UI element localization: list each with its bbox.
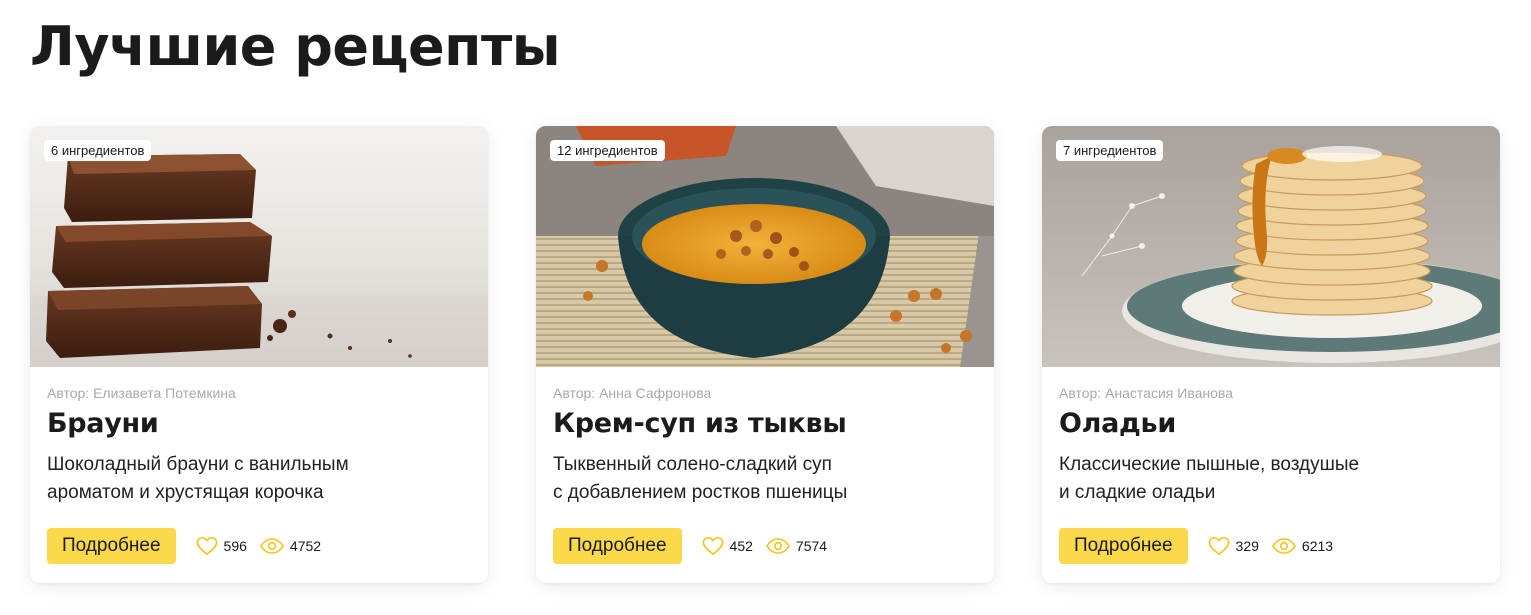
recipe-title[interactable]: Крем-суп из тыквы: [553, 407, 977, 441]
author-label: Автор: Анастасия Иванова: [1059, 385, 1233, 401]
ingredients-badge: 12 ингредиентов: [550, 140, 665, 161]
views-stat: 6213: [1271, 537, 1334, 555]
recipe-description: Тыквенный солено-сладкий суп с добавлени…: [553, 451, 893, 507]
author-label: Автор: Анна Сафронова: [553, 385, 712, 401]
more-button[interactable]: Подробнее: [553, 528, 682, 564]
pancakes-photo[interactable]: 7 ингредиентов: [1042, 126, 1500, 367]
likes-count: 329: [1235, 538, 1259, 554]
brownie-photo[interactable]: 6 ингредиентов: [30, 126, 488, 367]
views-stat: 7574: [765, 537, 828, 555]
description-line: Классические пышные, воздушые: [1059, 454, 1360, 475]
recipe-card-pancakes[interactable]: 7 ингредиентов Автор: Анастасия Иванова …: [1042, 126, 1500, 583]
description-line: с добавлением ростков пшеницы: [553, 482, 848, 503]
page-title: Лучшие рецепты: [30, 15, 561, 78]
recipe-description: Шоколадный брауни с ванильным ароматом и…: [47, 451, 387, 507]
pumpkin-soup-photo[interactable]: 12 ингредиентов: [536, 126, 994, 367]
recipe-cards: 6 ингредиентов Автор: Елизавета Потемкин…: [30, 126, 1500, 583]
views-stat: 4752: [259, 537, 322, 555]
views-count: 6213: [1301, 538, 1334, 554]
description-line: и сладкие оладьи: [1059, 482, 1216, 503]
heart-icon: [702, 536, 723, 556]
author-label: Автор: Елизавета Потемкина: [47, 385, 236, 401]
likes-stat[interactable]: 596: [196, 536, 247, 556]
description-line: Шоколадный брауни с ванильным: [47, 454, 349, 475]
ingredients-badge: 7 ингредиентов: [1056, 140, 1164, 161]
recipe-description: Классические пышные, воздушые и сладкие …: [1059, 451, 1399, 507]
recipe-card-pumpkin-soup[interactable]: 12 ингредиентов Автор: Анна Сафронова Кр…: [536, 126, 994, 583]
more-button[interactable]: Подробнее: [47, 528, 176, 564]
views-count: 7574: [795, 538, 828, 554]
views-count: 4752: [289, 538, 322, 554]
description-line: ароматом и хрустящая корочка: [47, 482, 324, 503]
heart-icon: [1208, 536, 1229, 556]
heart-icon: [196, 536, 217, 556]
more-button[interactable]: Подробнее: [1059, 528, 1188, 564]
recipe-card-brownie[interactable]: 6 ингредиентов Автор: Елизавета Потемкин…: [30, 126, 488, 583]
recipe-title[interactable]: Брауни: [47, 407, 471, 441]
likes-stat[interactable]: 329: [1208, 536, 1259, 556]
description-line: Тыквенный солено-сладкий суп: [553, 454, 832, 475]
eye-icon: [259, 538, 284, 554]
ingredients-badge: 6 ингредиентов: [44, 140, 152, 161]
likes-count: 452: [729, 538, 753, 554]
likes-stat[interactable]: 452: [702, 536, 753, 556]
eye-icon: [765, 538, 790, 554]
recipe-title[interactable]: Оладьи: [1059, 407, 1483, 441]
likes-count: 596: [223, 538, 247, 554]
eye-icon: [1271, 538, 1296, 554]
